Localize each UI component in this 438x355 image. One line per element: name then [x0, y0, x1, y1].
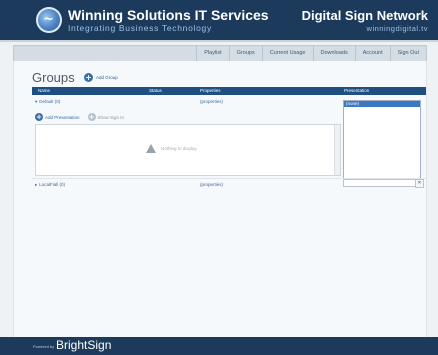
network-title: Digital Sign Network	[301, 8, 428, 23]
column-properties[interactable]: Properties	[200, 87, 221, 95]
add-group-button[interactable]: + Add Group	[84, 73, 118, 82]
group-properties-link[interactable]: (properties)	[200, 182, 223, 187]
nav-playlist[interactable]: Playlist	[196, 46, 228, 61]
show-sign-in-button[interactable]: + Show Sign In	[87, 113, 125, 121]
add-presentation-button[interactable]: + Add Presentation	[35, 113, 80, 121]
company-title: Winning Solutions IT Services	[68, 7, 269, 23]
table-header: Name Status Properties Presentation	[32, 87, 426, 95]
add-icon: +	[35, 113, 43, 121]
remove-icon[interactable]: ✕	[415, 179, 424, 188]
group-name: LocalFiall (0)	[39, 182, 66, 187]
presentation-selected-option[interactable]: (none)	[344, 101, 420, 107]
network-subtitle: winningdigital.tv	[366, 24, 428, 33]
group-properties-link[interactable]: (properties)	[200, 99, 223, 104]
column-status[interactable]: Status	[149, 87, 162, 95]
powered-by-text: Powered by	[33, 344, 55, 349]
show-sign-in-label: Show Sign In	[97, 114, 125, 120]
expand-triangle-icon[interactable]: ▾	[35, 99, 37, 104]
expand-triangle-icon[interactable]: ▸	[35, 182, 37, 187]
nav-current-usage[interactable]: Current Usage	[261, 46, 313, 61]
company-logo-icon[interactable]: ~	[36, 7, 62, 33]
site-footer: Powered by BrightSign	[0, 337, 438, 355]
nav-groups[interactable]: Groups	[228, 46, 262, 61]
brightsign-logo[interactable]: BrightSign	[56, 338, 111, 352]
column-presentation[interactable]: Presentation	[344, 87, 369, 95]
column-name[interactable]: Name	[38, 87, 50, 95]
add-presentation-label: Add Presentation	[45, 114, 80, 120]
preview-message-text: Nothing to display	[161, 146, 197, 151]
presentation-preview-area: Nothing to display	[35, 124, 341, 176]
group-row-localfiall[interactable]: ▸ LocalFiall (0)	[35, 182, 65, 188]
nav-account[interactable]: Account	[354, 46, 390, 61]
nav-downloads[interactable]: Downloads	[312, 46, 355, 61]
disabled-add-icon: +	[87, 113, 96, 121]
company-subtitle: Integrating Business Technology	[68, 23, 212, 33]
main-nav-bar: Playlist Groups Current Usage Downloads …	[13, 45, 427, 62]
group-name: Default (0)	[39, 99, 61, 104]
add-group-label: Add Group	[96, 75, 118, 80]
presentation-listbox[interactable]: (none)	[343, 100, 421, 180]
group-row-default[interactable]: ▾ Default (0)	[35, 99, 60, 105]
warning-icon	[146, 144, 156, 153]
empty-preview-message: Nothing to display	[146, 144, 197, 153]
nav-sign-out[interactable]: Sign Out	[389, 46, 426, 61]
site-header: ~ Winning Solutions IT Services Integrat…	[0, 0, 438, 42]
add-icon: +	[84, 73, 93, 82]
group-actions: + Add Presentation + Show Sign In	[35, 113, 132, 121]
preview-scrollbar[interactable]	[334, 125, 340, 175]
groups-table: Name Status Properties Presentation ▾ Def…	[32, 87, 426, 195]
page-title: Groups	[32, 70, 75, 85]
presentation-select[interactable]	[343, 179, 419, 187]
main-nav-items: Playlist Groups Current Usage Downloads …	[196, 46, 426, 61]
